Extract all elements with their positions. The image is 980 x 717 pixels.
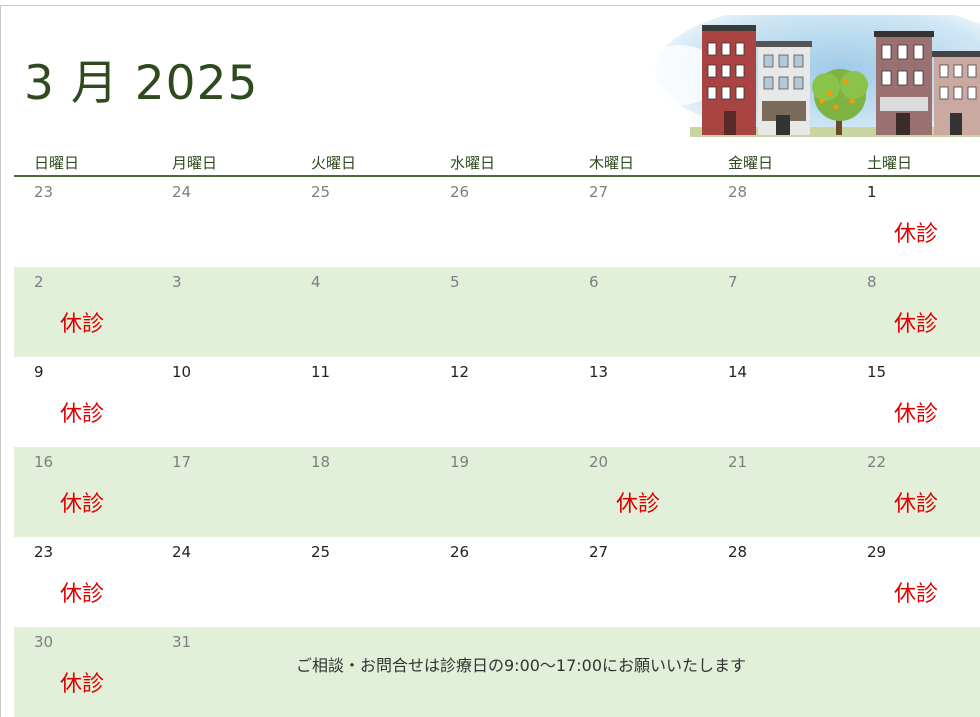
day-cell[interactable]: 5 xyxy=(450,272,460,292)
day-cell[interactable]: 12 xyxy=(450,362,469,382)
day-cell[interactable]: 15 xyxy=(867,362,886,382)
closed-label: 休診 xyxy=(60,672,105,697)
week-row-1: 23 24 25 26 27 28 1 休診 xyxy=(14,177,980,267)
window-top-border xyxy=(0,5,980,6)
day-cell[interactable]: 30 xyxy=(34,632,53,652)
day-cell[interactable]: 3 xyxy=(172,272,182,292)
day-cell[interactable]: 16 xyxy=(34,452,53,472)
weekday-thu: 木曜日 xyxy=(589,154,635,172)
weekday-sat: 土曜日 xyxy=(867,154,913,172)
closed-label: 休診 xyxy=(894,222,939,247)
day-cell[interactable]: 20 xyxy=(589,452,608,472)
weekday-mon: 月曜日 xyxy=(172,154,218,172)
day-cell[interactable]: 27 xyxy=(589,182,608,202)
closed-label: 休診 xyxy=(894,312,939,337)
day-cell[interactable]: 14 xyxy=(728,362,747,382)
weekday-header: 日曜日 月曜日 火曜日 水曜日 木曜日 金曜日 土曜日 xyxy=(14,150,980,176)
weekday-sun: 日曜日 xyxy=(34,154,80,172)
closed-label: 休診 xyxy=(60,402,105,427)
day-cell[interactable]: 1 xyxy=(867,182,877,202)
week-row-5: 23 24 25 26 27 28 29 休診 休診 xyxy=(14,537,980,627)
day-cell[interactable]: 22 xyxy=(867,452,886,472)
weekday-wed: 水曜日 xyxy=(450,154,496,172)
week-row-6: 30 31 ご相談・お問合せは診療日の9:00～17:00にお願いいたします 休… xyxy=(14,627,980,717)
closed-label: 休診 xyxy=(60,582,105,607)
day-cell[interactable]: 28 xyxy=(728,182,747,202)
day-cell[interactable]: 26 xyxy=(450,182,469,202)
day-cell[interactable]: 7 xyxy=(728,272,738,292)
day-cell[interactable]: 21 xyxy=(728,452,747,472)
day-cell[interactable]: 31 xyxy=(172,632,191,652)
townhouses-illustration xyxy=(650,15,980,137)
day-cell[interactable]: 6 xyxy=(589,272,599,292)
day-cell[interactable]: 4 xyxy=(311,272,321,292)
day-cell[interactable]: 24 xyxy=(172,542,191,562)
week-row-2: 2 3 4 5 6 7 8 休診 休診 xyxy=(14,267,980,357)
day-cell[interactable]: 17 xyxy=(172,452,191,472)
day-cell[interactable]: 9 xyxy=(34,362,44,382)
calendar-title: 3 月 2025 xyxy=(24,56,259,111)
day-cell[interactable]: 28 xyxy=(728,542,747,562)
consultation-note: ご相談・お問合せは診療日の9:00～17:00にお願いいたします xyxy=(296,656,747,675)
day-cell[interactable]: 11 xyxy=(311,362,330,382)
weekday-tue: 火曜日 xyxy=(311,154,357,172)
closed-label: 休診 xyxy=(894,492,939,517)
window-left-border xyxy=(0,5,1,717)
day-cell[interactable]: 13 xyxy=(589,362,608,382)
day-cell[interactable]: 24 xyxy=(172,182,191,202)
weekday-fri: 金曜日 xyxy=(728,154,774,172)
closed-label: 休診 xyxy=(894,402,939,427)
closed-label: 休診 xyxy=(894,582,939,607)
day-cell[interactable]: 18 xyxy=(311,452,330,472)
day-cell[interactable]: 27 xyxy=(589,542,608,562)
closed-label: 休診 xyxy=(60,312,105,337)
week-row-4: 16 17 18 19 20 21 22 休診 休診 休診 xyxy=(14,447,980,537)
day-cell[interactable]: 23 xyxy=(34,182,53,202)
day-cell[interactable]: 10 xyxy=(172,362,191,382)
day-cell[interactable]: 26 xyxy=(450,542,469,562)
day-cell[interactable]: 8 xyxy=(867,272,877,292)
day-cell[interactable]: 2 xyxy=(34,272,44,292)
week-row-3: 9 10 11 12 13 14 15 休診 休診 xyxy=(14,357,980,447)
day-cell[interactable]: 19 xyxy=(450,452,469,472)
day-cell[interactable]: 29 xyxy=(867,542,886,562)
day-cell[interactable]: 25 xyxy=(311,182,330,202)
day-cell[interactable]: 23 xyxy=(34,542,53,562)
closed-label: 休診 xyxy=(616,492,661,517)
closed-label: 休診 xyxy=(60,492,105,517)
day-cell[interactable]: 25 xyxy=(311,542,330,562)
